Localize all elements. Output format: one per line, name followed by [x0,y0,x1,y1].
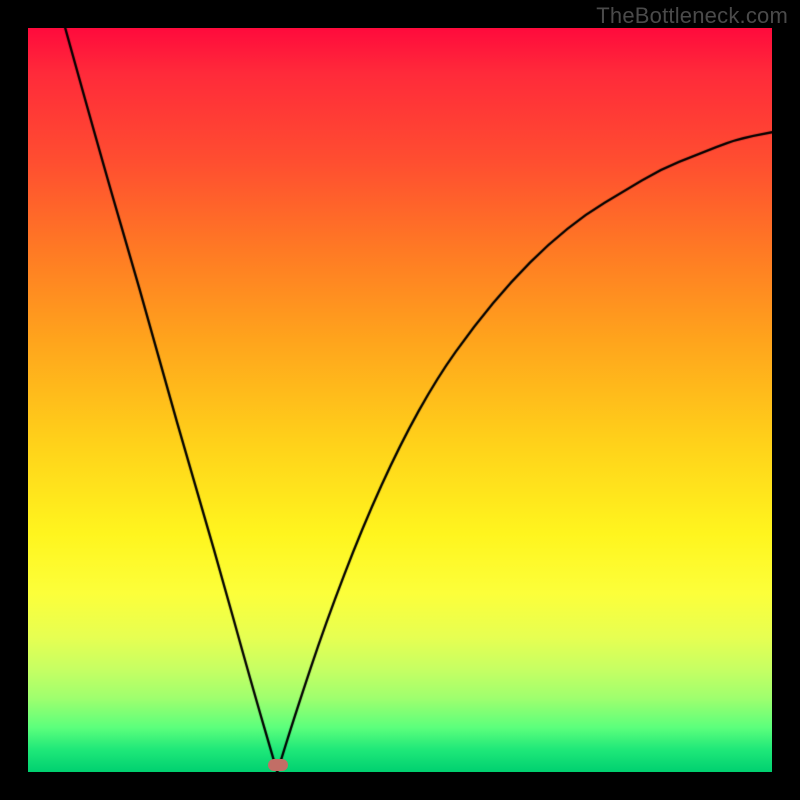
chart-frame: TheBottleneck.com [0,0,800,800]
optimal-point-marker [268,759,288,771]
plot-area [28,28,772,772]
watermark-text: TheBottleneck.com [596,3,788,29]
bottleneck-curve [28,28,772,772]
